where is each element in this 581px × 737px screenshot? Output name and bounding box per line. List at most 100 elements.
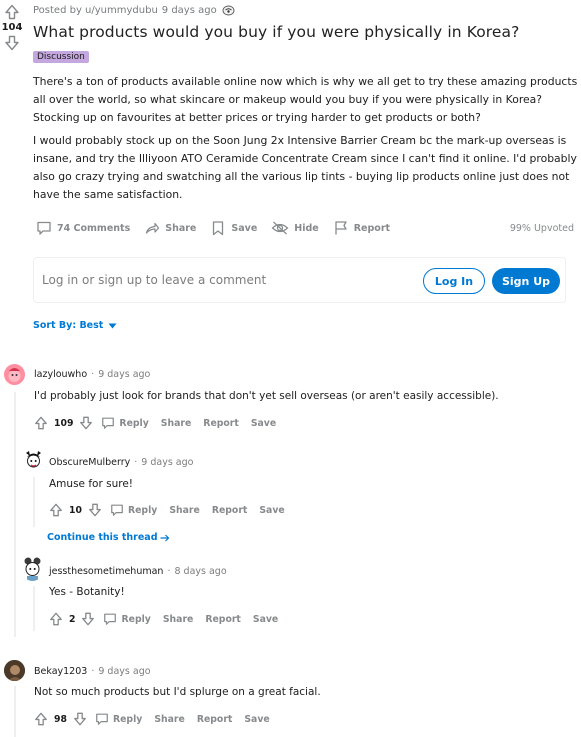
upvote-icon[interactable] (0, 4, 24, 20)
share-button[interactable]: Share (154, 714, 184, 725)
post-action-bar: 74 Comments Share Save Hide Report (36, 220, 404, 236)
post-meta: Posted by u/yummydubu 9 days ago (33, 5, 235, 16)
comment-icon (37, 221, 51, 235)
post-author[interactable]: Posted by u/yummydubu (33, 5, 158, 16)
upvote-icon[interactable] (34, 416, 48, 430)
avatar[interactable] (4, 364, 25, 385)
comment-header: lazylouwho · 9 days ago (34, 369, 151, 380)
post-paragraph: There's a ton of products available onli… (33, 75, 578, 124)
share-button[interactable]: Share (169, 505, 199, 516)
sort-label: Sort By: Best (33, 320, 104, 331)
comment-header: Bekay1203 · 9 days ago (34, 666, 151, 677)
downvote-icon[interactable] (73, 712, 87, 726)
save-label: Save (231, 222, 258, 234)
comment-author[interactable]: lazylouwho (34, 369, 87, 380)
post-flair[interactable]: Discussion (33, 51, 89, 63)
comment-action-bar: 109 Reply Share Report Save (34, 416, 288, 430)
thread-line[interactable] (33, 586, 35, 631)
avatar[interactable] (4, 660, 25, 681)
caret-down-icon (108, 323, 117, 328)
log-in-button[interactable]: Log In (423, 268, 485, 294)
downvote-icon[interactable] (81, 612, 95, 626)
arrow-right-icon (160, 534, 169, 541)
reply-icon[interactable] (95, 712, 109, 726)
save-button[interactable]: Save (253, 614, 278, 625)
login-prompt-text: Log in or sign up to leave a comment (42, 273, 267, 287)
upvote-icon[interactable] (49, 612, 63, 626)
report-button[interactable]: Report (212, 505, 248, 516)
save-button[interactable]: Save (244, 714, 269, 725)
comment-author[interactable]: Bekay1203 (34, 666, 87, 677)
report-label: Report (353, 222, 391, 234)
reply-icon[interactable] (103, 612, 117, 626)
share-icon (146, 222, 160, 234)
post-body: There's a ton of products available onli… (33, 73, 578, 204)
comment-score: 109 (54, 417, 74, 429)
comment-text: Yes - Botanity! (49, 586, 125, 598)
comment-action-bar: 2 Reply Share Report Save (49, 612, 290, 626)
comment-text: I'd probably just look for brands that d… (34, 390, 499, 402)
comment-header: jessthesometimehuman · 8 days ago (49, 566, 227, 577)
login-prompt-box: Log in or sign up to leave a comment Log… (33, 257, 566, 303)
post-vote-column: 104 (0, 4, 24, 51)
share-button[interactable]: Share (163, 614, 193, 625)
save-button[interactable]: Save (210, 220, 257, 236)
upvote-icon[interactable] (34, 712, 48, 726)
post-title[interactable]: What products would you buy if you were … (33, 23, 519, 41)
comment-score: 10 (69, 504, 82, 516)
avatar[interactable] (22, 448, 45, 471)
report-button[interactable]: Report (205, 614, 241, 625)
save-button[interactable]: Save (251, 418, 276, 429)
comment-score: 2 (69, 613, 76, 625)
downvote-icon[interactable] (79, 416, 93, 430)
post-time: 9 days ago (161, 5, 217, 16)
share-label: Share (165, 222, 197, 234)
share-button[interactable]: Share (144, 220, 196, 236)
continue-thread-link[interactable]: Continue this thread (47, 532, 170, 543)
downvote-icon[interactable] (88, 503, 102, 517)
report-button[interactable]: Report (197, 714, 233, 725)
comment-action-bar: 10 Reply Share Report Save (49, 503, 297, 517)
comment-action-bar: 98 Reply Share Report Save (34, 712, 282, 726)
reply-button[interactable]: Reply (128, 505, 157, 516)
post-score: 104 (1, 22, 23, 33)
award-icon (222, 5, 235, 16)
hide-label: Hide (294, 222, 319, 234)
comment-score: 98 (54, 713, 67, 725)
reply-icon[interactable] (101, 416, 115, 430)
comment-author[interactable]: ObscureMulberry (49, 457, 130, 468)
report-button[interactable]: Report (203, 418, 239, 429)
avatar[interactable] (21, 556, 44, 581)
comment-author[interactable]: jessthesometimehuman (49, 566, 163, 577)
save-button[interactable]: Save (259, 505, 284, 516)
comment-header: ObscureMulberry · 9 days ago (49, 457, 194, 468)
upvote-ratio: 99% Upvoted (509, 223, 574, 234)
reply-icon[interactable] (110, 503, 124, 517)
thread-line[interactable] (33, 477, 35, 527)
comment-time: 9 days ago (141, 457, 194, 468)
share-button[interactable]: Share (161, 418, 191, 429)
comment-time: 8 days ago (174, 566, 227, 577)
reply-button[interactable]: Reply (121, 614, 150, 625)
sign-up-button[interactable]: Sign Up (492, 268, 560, 294)
reply-button[interactable]: Reply (113, 714, 142, 725)
comments-label: 74 Comments (57, 222, 131, 234)
upvote-icon[interactable] (49, 503, 63, 517)
bookmark-icon (213, 221, 224, 236)
thread-line[interactable] (14, 392, 16, 637)
report-button[interactable]: Report (333, 220, 390, 236)
reply-button[interactable]: Reply (119, 418, 148, 429)
continue-thread-label: Continue this thread (47, 532, 158, 543)
thread-line[interactable] (14, 686, 16, 737)
sort-dropdown[interactable]: Sort By: Best (33, 320, 117, 331)
comments-button[interactable]: 74 Comments (36, 220, 130, 236)
flag-icon (335, 221, 347, 235)
comment-time: 9 days ago (98, 666, 151, 677)
hide-button[interactable]: Hide (271, 220, 319, 236)
hide-eye-icon (271, 221, 289, 235)
post-paragraph: I would probably stock up on the Soon Ju… (33, 134, 577, 201)
comment-text: Amuse for sure! (49, 478, 133, 490)
comment-time: 9 days ago (98, 369, 151, 380)
comment-text: Not so much products but I'd splurge on … (34, 686, 321, 698)
downvote-icon[interactable] (0, 35, 24, 51)
